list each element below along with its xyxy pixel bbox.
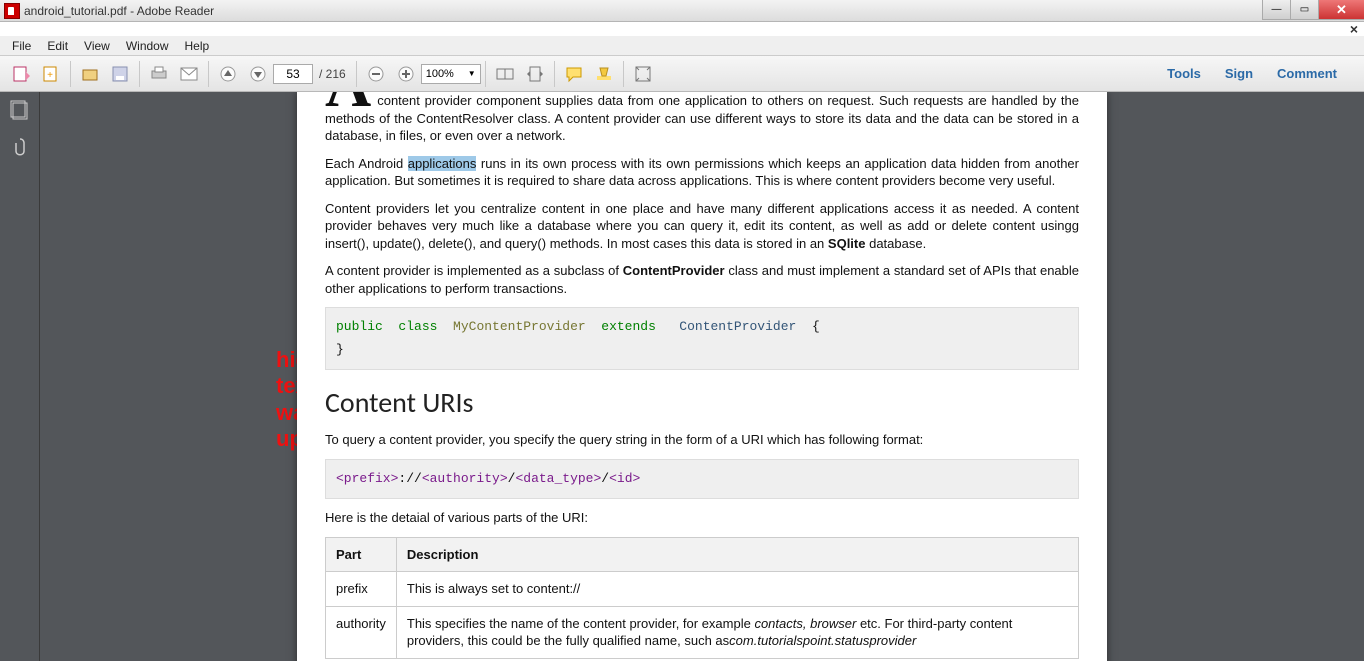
table-cell[interactable]: prefix (326, 572, 397, 607)
fit-width-icon[interactable] (493, 62, 517, 86)
table-header: Part (326, 537, 397, 572)
paragraph-text[interactable]: content provider component supplies data… (325, 93, 1079, 143)
page-down-icon[interactable] (246, 62, 270, 86)
code-block[interactable]: <prefix>://<authority>/<data_type>/<id> (325, 459, 1079, 499)
toolbar-separator (623, 61, 624, 87)
print-icon[interactable] (147, 62, 171, 86)
tab-tools[interactable]: Tools (1156, 61, 1212, 86)
toolbar: + / 216 100% ▼ Tools Sign Comment (0, 56, 1364, 92)
window-titlebar: android_tutorial.pdf - Adobe Reader — ▭ … (0, 0, 1364, 22)
table-cell[interactable]: This is always set to content:// (396, 572, 1078, 607)
window-title: android_tutorial.pdf - Adobe Reader (24, 4, 214, 18)
fit-page-icon[interactable] (523, 62, 547, 86)
window-controls: — ▭ ✕ (1262, 0, 1364, 20)
document-content[interactable]: A content provider component supplies da… (325, 92, 1079, 659)
paragraph-text[interactable]: Here is the detaial of various parts of … (325, 509, 1079, 527)
menu-file[interactable]: File (4, 37, 39, 55)
read-mode-icon[interactable] (631, 62, 655, 86)
create-pdf-icon[interactable]: + (39, 62, 63, 86)
zoom-out-icon[interactable] (364, 62, 388, 86)
toolbar-separator (139, 61, 140, 87)
side-panel (0, 92, 40, 661)
table-row: prefix This is always set to content:// (326, 572, 1079, 607)
table-header-row: Part Description (326, 537, 1079, 572)
page-up-icon[interactable] (216, 62, 240, 86)
menu-window[interactable]: Window (118, 37, 177, 55)
code-block[interactable]: public class MyContentProvider extends C… (325, 307, 1079, 369)
close-button[interactable]: ✕ (1318, 0, 1364, 20)
chevron-down-icon: ▼ (468, 69, 476, 78)
document-viewer[interactable]: highlight the text that you want to look… (40, 92, 1364, 661)
toolbar-separator (554, 61, 555, 87)
attachments-icon[interactable] (9, 136, 31, 158)
toolbar-separator (208, 61, 209, 87)
paragraph-text[interactable]: A content provider is implemented as a s… (325, 263, 623, 278)
highlighted-text[interactable]: applications (408, 156, 477, 171)
document-close-row: × (0, 22, 1364, 36)
paragraph-text[interactable]: Content providers let you centralize con… (325, 201, 1079, 251)
heading-content-uris[interactable]: Content URIs (325, 384, 1079, 422)
menu-bar: File Edit View Window Help (0, 36, 1364, 56)
dropcap: A (325, 92, 371, 104)
email-icon[interactable] (177, 62, 201, 86)
document-close-icon[interactable]: × (1350, 21, 1358, 37)
menu-edit[interactable]: Edit (39, 37, 76, 55)
tab-sign[interactable]: Sign (1214, 61, 1264, 86)
paragraph-text[interactable]: To query a content provider, you specify… (325, 431, 1079, 449)
page-total: / 216 (319, 67, 346, 81)
toolbar-separator (70, 61, 71, 87)
table-cell[interactable]: This specifies the name of the content p… (396, 606, 1078, 658)
pdf-page: A content provider component supplies da… (297, 92, 1107, 661)
paragraph-text[interactable]: database. (865, 236, 926, 251)
toolbar-separator (485, 61, 486, 87)
save-icon[interactable] (108, 62, 132, 86)
svg-text:+: + (47, 70, 53, 81)
zoom-in-icon[interactable] (394, 62, 418, 86)
table-cell[interactable]: authority (326, 606, 397, 658)
toolbar-separator (356, 61, 357, 87)
sticky-note-icon[interactable] (562, 62, 586, 86)
table-row: authority This specifies the name of the… (326, 606, 1079, 658)
open-icon[interactable] (78, 62, 102, 86)
bold-text[interactable]: SQlite (828, 236, 866, 251)
tab-comment[interactable]: Comment (1266, 61, 1348, 86)
highlight-icon[interactable] (592, 62, 616, 86)
table-header: Description (396, 537, 1078, 572)
adobe-reader-icon (4, 3, 20, 19)
zoom-value: 100% (426, 68, 454, 80)
menu-view[interactable]: View (76, 37, 118, 55)
thumbnails-icon[interactable] (9, 100, 31, 122)
uri-parts-table: Part Description prefix This is always s… (325, 537, 1079, 659)
page-number-input[interactable] (273, 64, 313, 84)
export-pdf-icon[interactable] (9, 62, 33, 86)
maximize-button[interactable]: ▭ (1290, 0, 1318, 20)
bold-text[interactable]: ContentProvider (623, 263, 725, 278)
menu-help[interactable]: Help (177, 37, 218, 55)
main-area: highlight the text that you want to look… (0, 92, 1364, 661)
right-panel-tabs: Tools Sign Comment (1156, 61, 1358, 86)
zoom-level-select[interactable]: 100% ▼ (421, 64, 481, 84)
paragraph-text[interactable]: Each Android (325, 156, 408, 171)
minimize-button[interactable]: — (1262, 0, 1290, 20)
